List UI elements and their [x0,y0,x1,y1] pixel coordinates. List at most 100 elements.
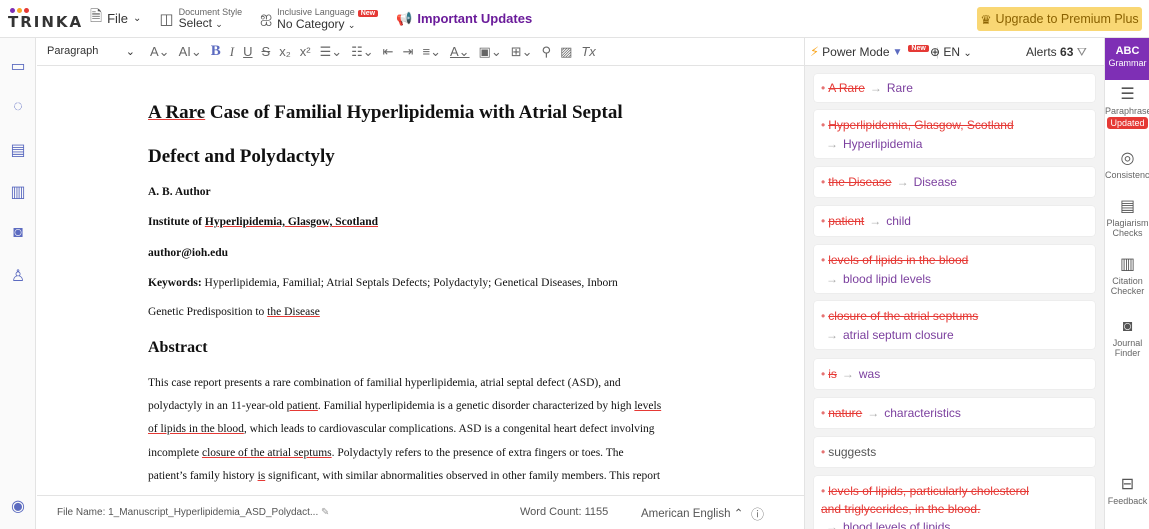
flagged-patient[interactable]: patient [287,400,318,412]
abstract-text: polydactyly in an 11-year-old [148,400,287,412]
feedback-tool[interactable]: ⊟ Feedback [1105,476,1149,506]
trinka-logo[interactable]: TRINKA [0,0,90,38]
alerts-count[interactable]: Alerts 63 ⛛ [1026,45,1087,60]
updated-badge: Updated [1107,117,1148,129]
suggestion-card[interactable]: • A Rare → Rare [814,74,1095,102]
underline-icon[interactable]: U [243,44,252,59]
arrow-icon: → [869,214,882,228]
font-color-icon[interactable]: A⌄ [450,44,470,60]
refresh-icon[interactable]: ◌ [0,98,36,116]
bold-icon[interactable]: B [211,43,221,60]
plagiarism-icon[interactable]: ▥ [0,182,36,202]
journal-icon[interactable]: ◙ [0,224,36,242]
user-share-icon[interactable]: ♙ [0,266,36,286]
text-case-icon[interactable]: AI⌄ [179,44,202,60]
file-menu[interactable]: 🗎 File ⌄ [90,6,141,31]
suggestion-card[interactable]: • levels of lipids, particularly choleste… [814,476,1095,529]
file-name[interactable]: File Name: 1_Manuscript_Hyperlipidemia_A… [57,507,329,518]
document-style-select[interactable]: ◫ Document Style Select ⌄ [159,7,242,30]
journal-finder-tool[interactable]: ◙ Journal Finder [1105,318,1149,358]
file-name-text: File Name: 1_Manuscript_Hyperlipidemia_A… [57,507,319,518]
suggestion-card[interactable]: • levels of lipids in the blood → blood li… [814,245,1095,293]
font-size-icon[interactable]: A⌄ [150,44,170,60]
suggestion-card[interactable]: • the Disease → Disease [814,167,1095,197]
abstract-line-3: of lipids in the blood, which leads to c… [148,423,655,435]
important-updates-link[interactable]: 📢 Important Updates [396,11,532,27]
paraphraser-tool[interactable]: ☰ Paraphraser Updated [1105,86,1149,129]
chevron-down-icon: ⌄ [963,48,972,59]
flagged-closure[interactable]: closure of the atrial septums [202,447,332,459]
edit-pencil-icon[interactable]: ✎ [321,507,329,518]
suggestions-header: ⚡ Power Mode ▼ New | ⊕ EN ⌄ Alerts 63 ⛛ [805,38,1105,66]
keywords-flagged[interactable]: the Disease [267,306,320,318]
superscript-icon[interactable]: x² [300,44,311,59]
plagiarism-icon: ▤ [1119,198,1136,215]
suggestion-card[interactable]: • nature → characteristics [814,398,1095,428]
suggestion-original: Hyperlipidemia, Glasgow, Scotland [828,118,1014,132]
plagiarism-tool[interactable]: ▤ Plagiarism Checks [1105,198,1149,238]
language-en-select[interactable]: ⊕ EN ⌄ [930,45,972,59]
align-icon[interactable]: ≡⌄ [422,44,440,60]
highlight-icon[interactable]: ▣⌄ [479,44,502,60]
suggestion-replacement[interactable]: characteristics [884,406,961,420]
info-icon[interactable]: ⓘ [751,504,764,523]
upgrade-button[interactable]: ♛ Upgrade to Premium Plus [977,7,1142,31]
subscript-icon[interactable]: x₂ [279,44,291,59]
paragraph-style-select[interactable]: Paragraph ⌄ [47,45,135,58]
indent-icon[interactable]: ⇥ [403,44,414,60]
suggestion-replacement[interactable]: Hyperlipidemia [843,137,922,151]
keywords-line-2: Genetic Predisposition to the Disease [148,306,320,318]
inclusive-language-value: No Category [277,16,345,31]
suggestion-card[interactable]: • patient → child [814,206,1095,236]
suggestion-replacement[interactable]: blood lipid levels [843,272,931,286]
suggestion-replacement[interactable]: Disease [914,175,957,189]
citation-checker-tool[interactable]: ▥ Citation Checker [1105,256,1149,296]
abstract-text: . Polydactyly refers to the presence of … [331,447,624,459]
suggestion-card[interactable]: • closure of the atrial septums → atrial s… [814,301,1095,349]
account-icon[interactable]: ◉ [0,496,36,516]
document-area[interactable]: A Rare Case of Familial Hyperlipidemia w… [37,67,804,495]
suggestion-card[interactable]: • Hyperlipidemia, Glasgow, Scotland → Hype… [814,110,1095,158]
flagged-lipids[interactable]: of lipids in the blood [148,423,244,435]
bullet-list-icon[interactable]: ☰⌄ [320,44,343,60]
right-tools-bar: ABC Grammar ☰ Paraphraser Updated ◎ Cons… [1104,38,1149,529]
document-style-icon: ◫ [159,10,174,28]
title-word-a-rare[interactable]: A Rare [148,102,205,123]
abstract-text: incomplete [148,447,202,459]
power-mode-toggle[interactable]: ⚡ Power Mode ▼ New | [810,44,939,60]
numbered-list-icon[interactable]: ☷⌄ [351,44,374,60]
suggestion-replacement[interactable]: child [886,214,911,228]
grammar-tool[interactable]: ABC Grammar [1105,38,1149,80]
filter-icon[interactable]: ⛛ [1077,45,1087,59]
strikethrough-icon[interactable]: S [262,44,271,59]
suggestion-card[interactable]: • suggests [814,437,1095,467]
chevron-down-icon: ⌄ [347,19,356,30]
abstract-line-1: This case report presents a rare combina… [148,377,621,389]
outdent-icon[interactable]: ⇤ [383,44,394,60]
paraphraser-icon: ☰ [1120,86,1135,103]
documents-icon[interactable]: ▭ [0,56,36,76]
arrow-icon: → [869,81,882,95]
suggestion-replacement[interactable]: Rare [887,81,913,95]
image-icon[interactable]: ▨ [560,44,572,60]
language-select[interactable]: American English ⌃ [641,506,743,520]
feedback-label: Feedback [1107,496,1148,506]
consistency-tool[interactable]: ◎ Consistency [1105,150,1149,180]
flagged-levels[interactable]: levels [634,400,661,412]
table-icon[interactable]: ⊞⌄ [511,44,533,60]
title-line-1: A Rare Case of Familial Hyperlipidemia w… [148,100,623,126]
institute-flagged[interactable]: Hyperlipidemia, Glasgow, Scotland [205,216,378,228]
suggestion-original: levels of lipids in the blood [828,253,969,267]
suggestion-replacement[interactable]: blood levels of lipids [843,520,950,529]
italic-icon[interactable]: I [230,44,234,60]
keywords-line2-prefix: Genetic Predisposition to [148,306,268,318]
clear-format-icon[interactable]: Tx [581,44,595,59]
abstract-line-2: polydactyly in an 11-year-old patient. F… [148,400,661,412]
inclusive-language-select[interactable]: ஐ Inclusive Language New No Category ⌄ [260,7,379,31]
suggestion-replacement[interactable]: atrial septum closure [843,328,954,342]
suggestion-replacement[interactable]: was [859,367,880,381]
suggestion-card[interactable]: • is → was [814,359,1095,389]
link-icon[interactable]: ⚲ [542,44,552,60]
citation-icon[interactable]: ▤ [0,140,36,160]
word-count: Word Count: 1155 [520,506,609,518]
